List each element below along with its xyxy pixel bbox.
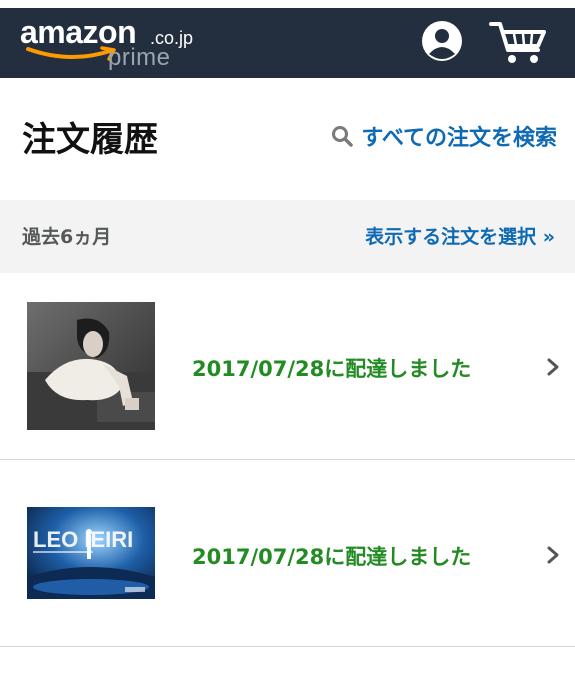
chevron-right-icon — [547, 546, 559, 564]
search-all-orders-link[interactable]: すべての注文を検索 — [331, 120, 557, 152]
order-status: 2017/07/28に配達しました — [192, 357, 472, 381]
order-status: 2017/07/28に配達しました — [192, 545, 472, 569]
cart-icon — [489, 22, 546, 63]
order-row[interactable]: 2017/07/28に配達しました — [0, 274, 575, 460]
album-cover-image — [27, 302, 155, 430]
search-all-orders-label: すべての注文を検索 — [361, 126, 557, 151]
product-thumbnail: LEO IEIRI — [27, 507, 155, 599]
svg-text:LEO IEIRI: LEO IEIRI — [33, 527, 133, 552]
filter-bar: 過去6ヵ月 表示する注文を選択 » — [0, 200, 575, 273]
search-icon — [332, 126, 354, 147]
chevron-right-icon — [547, 358, 559, 376]
top-nav-bar: amazon .co.jp prime — [0, 8, 575, 78]
select-orders-link[interactable]: 表示する注文を選択 » — [365, 222, 555, 249]
logo-prime: prime — [108, 44, 171, 71]
product-thumbnail — [27, 302, 155, 430]
page-title: 注文履歴 — [22, 120, 158, 160]
cart-button[interactable] — [488, 18, 548, 66]
title-row: 注文履歴 すべての注文を検索 — [0, 78, 575, 200]
smile-arrow-icon — [26, 46, 116, 61]
account-button[interactable] — [421, 20, 463, 62]
account-icon — [422, 21, 462, 61]
status-strip — [0, 0, 575, 8]
order-row[interactable]: LEO IEIRI 2017/07/28に配達しました — [0, 461, 575, 647]
amazon-logo[interactable]: amazon .co.jp prime — [20, 14, 220, 76]
filter-range-label: 過去6ヵ月 — [22, 226, 112, 248]
dvd-cover-image: LEO IEIRI — [27, 507, 155, 599]
